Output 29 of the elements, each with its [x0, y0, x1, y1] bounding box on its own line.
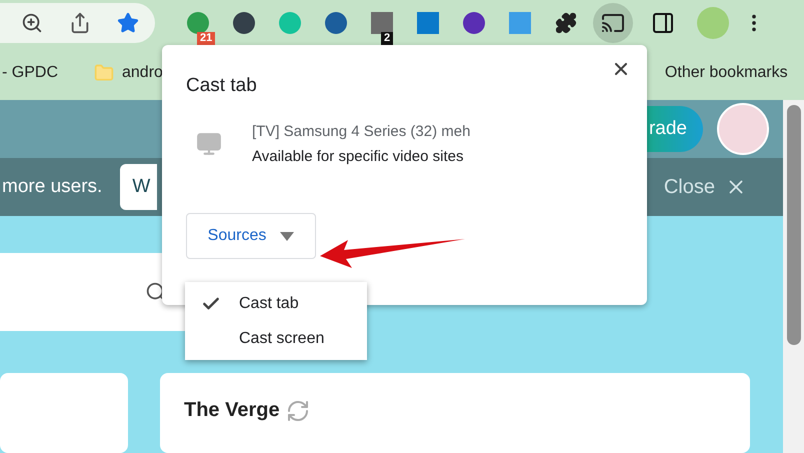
banner-button[interactable]: W [120, 164, 158, 210]
scrollbar[interactable] [783, 100, 804, 453]
menu-item-label: Cast tab [239, 294, 299, 312]
count-badge: 21 [197, 32, 216, 44]
monitor-icon [196, 131, 222, 157]
side-panel-icon[interactable] [651, 10, 675, 34]
star-icon[interactable] [117, 12, 139, 34]
bookmark[interactable]: - GPDC [2, 64, 58, 82]
card-title: The Verge [184, 399, 280, 422]
bookmark[interactable]: andro [94, 62, 163, 82]
puzzle-icon[interactable] [555, 12, 577, 34]
count-badge: 2 [381, 32, 394, 44]
share-icon[interactable] [69, 12, 91, 34]
bookmark[interactable]: Other bookmarks [664, 64, 788, 82]
dropdown-triangle-icon [280, 232, 294, 240]
device-status: Available for specific video sites [252, 148, 464, 165]
zoom-icon[interactable] [21, 12, 43, 34]
menu-item[interactable]: Cast screen [185, 321, 367, 356]
menu-item[interactable]: Cast tab [185, 286, 367, 321]
device-name[interactable]: [TV] Samsung 4 Series (32) meh [252, 123, 470, 140]
cast-button[interactable] [593, 2, 633, 42]
dialog-title: Cast tab [186, 75, 258, 97]
banner-text: more users. [2, 176, 102, 198]
avatar-icon[interactable] [717, 103, 769, 155]
close-button[interactable]: Close [658, 174, 753, 200]
folder-icon [94, 62, 114, 82]
menu-item-label: Cast screen [239, 330, 324, 348]
address-bar[interactable] [0, 2, 155, 42]
sources-dropdown[interactable]: Sources [186, 213, 316, 259]
